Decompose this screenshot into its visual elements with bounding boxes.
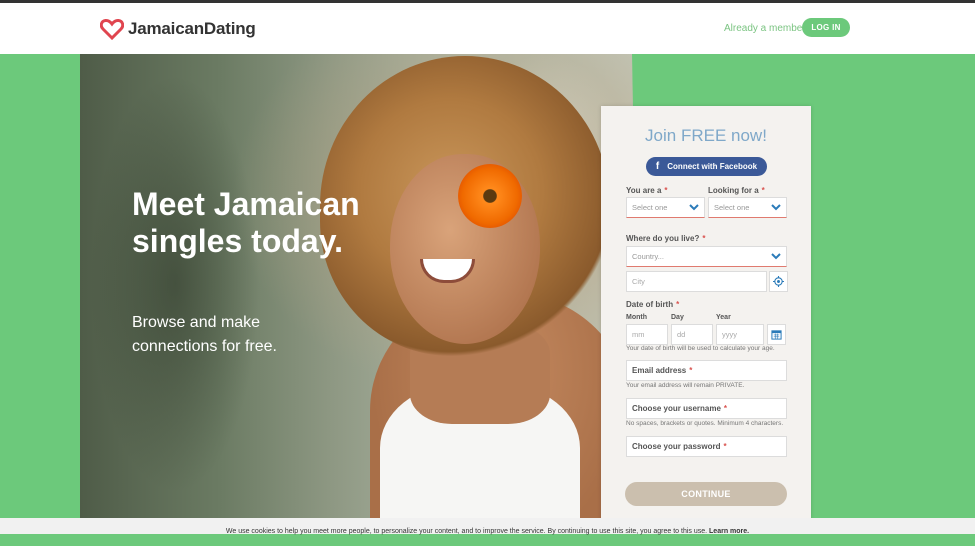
hero-image: Meet Jamaican singles today. Browse and … <box>80 54 640 520</box>
dob-label: Date of birth * <box>626 300 680 309</box>
continue-button[interactable]: CONTINUE <box>625 482 787 506</box>
form-title: Join FREE now! <box>645 126 767 145</box>
hero-subtext: Browse and make connections for free. <box>132 314 277 355</box>
year-label: Year <box>716 314 731 321</box>
chevron-down-icon <box>689 204 699 211</box>
location-target-icon <box>773 276 784 287</box>
hero-headline: Meet Jamaican singles today. <box>132 186 360 259</box>
logo[interactable]: JamaicanDating <box>100 18 256 40</box>
email-input[interactable]: Email address * <box>626 360 787 381</box>
month-input[interactable]: mm <box>626 324 668 345</box>
country-select[interactable]: Country... <box>626 246 787 267</box>
day-input[interactable]: dd <box>671 324 713 345</box>
calendar-button[interactable] <box>767 324 786 345</box>
heart-logo-icon <box>100 18 124 40</box>
facebook-icon: f <box>655 161 660 172</box>
facebook-label: Connect with Facebook <box>667 162 758 171</box>
location-label: Where do you live? * <box>626 234 706 243</box>
month-label: Month <box>626 314 647 321</box>
flower-icon <box>458 164 522 228</box>
brand-name: JamaicanDating <box>128 19 256 38</box>
chevron-down-icon <box>771 204 781 211</box>
login-button[interactable]: LOG IN <box>802 18 850 37</box>
calendar-icon <box>771 330 782 340</box>
you-are-select[interactable]: Select one <box>626 197 705 218</box>
username-hint: No spaces, brackets or quotes. Minimum 4… <box>626 420 784 427</box>
email-hint: Your email address will remain PRIVATE. <box>626 382 745 389</box>
signup-form: Join FREE now! f Connect with Facebook Y… <box>601 106 811 520</box>
chevron-down-icon <box>771 253 781 260</box>
looking-for-select[interactable]: Select one <box>708 197 787 218</box>
day-label: Day <box>671 314 684 321</box>
year-input[interactable]: yyyy <box>716 324 764 345</box>
city-input[interactable]: City <box>626 271 767 292</box>
cookie-banner: We use cookies to help you meet more peo… <box>0 518 975 535</box>
member-prompt: Already a member? <box>724 23 812 34</box>
looking-for-label: Looking for a * <box>708 186 765 195</box>
password-input[interactable]: Choose your password * <box>626 436 787 457</box>
facebook-connect-button[interactable]: f Connect with Facebook <box>646 157 767 176</box>
site-header: JamaicanDating Already a member? LOG IN <box>0 3 975 54</box>
dob-hint: Your date of birth will be used to calcu… <box>626 345 775 352</box>
username-input[interactable]: Choose your username * <box>626 398 787 419</box>
you-are-label: You are a * <box>626 186 668 195</box>
locate-button[interactable] <box>769 271 788 292</box>
